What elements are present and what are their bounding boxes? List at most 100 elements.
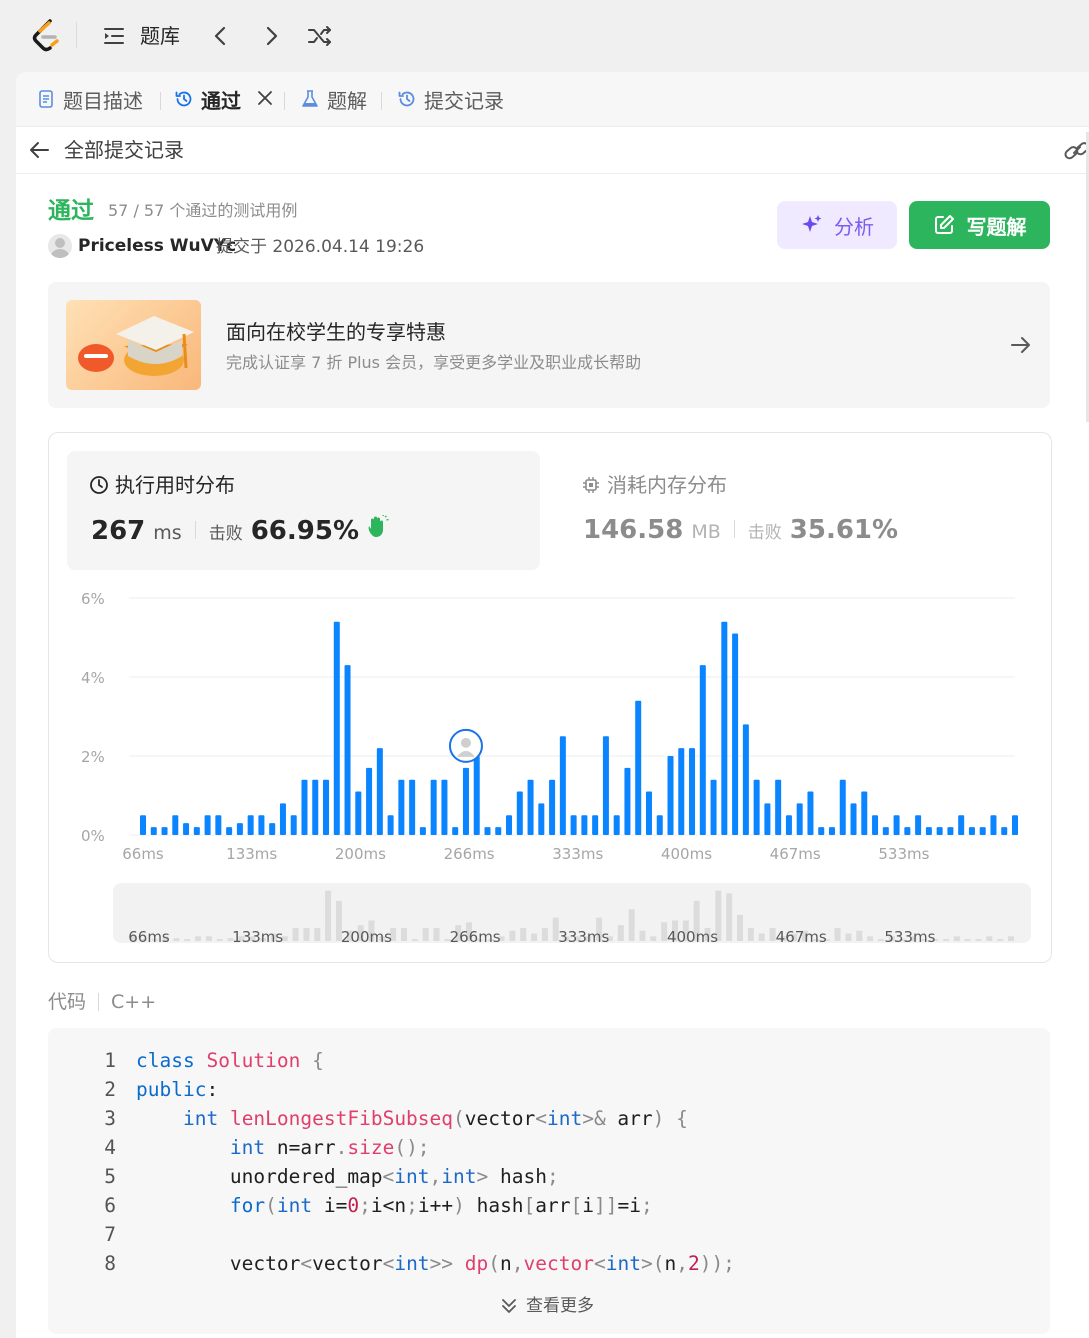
chart-bar — [678, 748, 685, 835]
chart-bar — [893, 815, 900, 835]
back-row: 全部提交记录 — [16, 127, 1089, 174]
overview-bar — [509, 930, 516, 941]
write-solution-button[interactable]: 写题解 — [909, 201, 1050, 249]
y-tick-label: 0% — [81, 827, 105, 845]
overview-bar — [205, 936, 212, 941]
chart-bar — [398, 779, 405, 835]
overview-bar — [303, 927, 310, 941]
tab-accepted[interactable]: 通过 — [174, 84, 241, 114]
chart-bar — [355, 791, 362, 835]
problem-bank-title[interactable]: 题库 — [140, 22, 180, 50]
overview-bar — [877, 939, 884, 941]
arrow-right-icon[interactable] — [1008, 334, 1032, 356]
x-tick-label: 467ms — [770, 845, 821, 863]
submission-panel: 题目描述 通过 题解 提交记录 全部提交记录 通过 57 / 57 个通过的测试… — [16, 72, 1089, 1338]
leetcode-logo-icon[interactable] — [30, 18, 64, 54]
chart-bar — [732, 633, 739, 835]
all-submissions-link[interactable]: 全部提交记录 — [64, 136, 184, 164]
overview-bar — [964, 939, 971, 941]
line-number: 3 — [104, 1107, 116, 1130]
code-block[interactable]: 1 class Solution { 2 public: 3 int lenLong… — [48, 1028, 1050, 1334]
overview-bar — [747, 927, 754, 941]
chart-bar — [484, 827, 491, 835]
user-avatar-head — [460, 737, 471, 748]
overview-bar — [325, 890, 332, 941]
overview-bar — [292, 927, 299, 941]
overview-bar — [726, 893, 733, 941]
chart-bar — [947, 827, 954, 835]
y-tick-label: 4% — [81, 669, 105, 687]
code-line: 5 unordered_map<int,int> hash; — [48, 1162, 1050, 1191]
analyze-button[interactable]: 分析 — [777, 201, 897, 249]
chart-bar — [807, 791, 814, 835]
x-tick-label: 200ms — [335, 845, 386, 863]
chart-bar — [968, 827, 975, 835]
chart-bar — [312, 779, 319, 835]
overview-bar — [173, 938, 180, 941]
overview-bar — [845, 933, 852, 941]
author-name[interactable]: Priceless WuVYc — [78, 234, 236, 258]
sparkle-icon — [802, 215, 822, 232]
code-label: 代码 — [48, 991, 87, 1013]
chart-bar — [645, 791, 652, 835]
overview-bar — [628, 909, 635, 941]
view-more-label: 查看更多 — [526, 1296, 594, 1316]
tab-description[interactable]: 题目描述 — [36, 84, 143, 114]
chart-bar — [592, 815, 599, 835]
tab-divider — [284, 92, 285, 110]
chart-bar — [635, 700, 642, 835]
overview-bar — [769, 927, 776, 941]
chart-bar — [161, 827, 168, 835]
shuffle-icon[interactable] — [306, 24, 334, 48]
chart-bar — [366, 767, 373, 835]
view-more-button[interactable]: 查看更多 — [500, 1294, 594, 1318]
chart-bar — [301, 779, 308, 835]
overview-bar — [520, 927, 527, 941]
chart-bar — [150, 827, 157, 835]
x-tick-label: 333ms — [552, 845, 603, 863]
overview-bar — [411, 939, 418, 941]
line-number: 6 — [104, 1194, 116, 1217]
student-promo-banner[interactable]: 面向在校学生的专享特惠 完成认证享 7 折 Plus 会员，享受更多学业及职业成… — [48, 282, 1050, 408]
chart-bar — [785, 815, 792, 835]
chart-bar — [559, 736, 566, 835]
double-chevron-down-icon — [502, 1299, 516, 1313]
chart-bar — [721, 621, 728, 835]
code-line: 4 int n=arr.size(); — [48, 1133, 1050, 1162]
tab-divider — [160, 92, 161, 110]
arrow-left-icon[interactable] — [28, 139, 52, 161]
overview-tick-label: 200ms — [341, 928, 392, 946]
chart-bar — [247, 815, 254, 835]
overview-bar — [216, 939, 223, 941]
close-icon[interactable] — [254, 87, 276, 109]
line-number: 8 — [104, 1252, 116, 1275]
chart-bar — [441, 779, 448, 835]
submission-status: 通过 — [48, 198, 94, 224]
chart-bar — [936, 827, 943, 835]
chevron-right-icon[interactable] — [260, 24, 282, 48]
avatar[interactable] — [48, 234, 72, 258]
chart-bar — [699, 665, 706, 835]
write-solution-label: 写题解 — [966, 214, 1027, 239]
overview-bar — [834, 927, 841, 941]
edit-icon — [934, 215, 954, 234]
tab-solutions[interactable]: 题解 — [300, 84, 367, 114]
overview-bar — [953, 936, 960, 941]
problem-list-icon[interactable] — [102, 24, 126, 48]
tab-label: 提交记录 — [424, 88, 504, 113]
user-icon — [50, 238, 70, 258]
divider — [76, 22, 77, 48]
chart-bar — [333, 621, 340, 835]
tab-divider — [381, 92, 382, 110]
overview-bar — [1008, 936, 1014, 941]
chart-bar — [516, 791, 523, 835]
chart-bar — [613, 815, 620, 835]
chevron-left-icon[interactable] — [210, 24, 232, 48]
chart-bar — [850, 803, 857, 835]
runtime-distribution-chart[interactable]: 6% 4% 2% 0% 66ms 133ms 200ms 266ms 333ms 400ms 467… — [49, 433, 1051, 962]
tab-submissions[interactable]: 提交记录 — [397, 84, 504, 114]
overview-bar — [997, 939, 1004, 941]
chart-bar — [710, 779, 717, 835]
chart-bar — [215, 815, 222, 835]
line-number: 1 — [104, 1049, 116, 1072]
